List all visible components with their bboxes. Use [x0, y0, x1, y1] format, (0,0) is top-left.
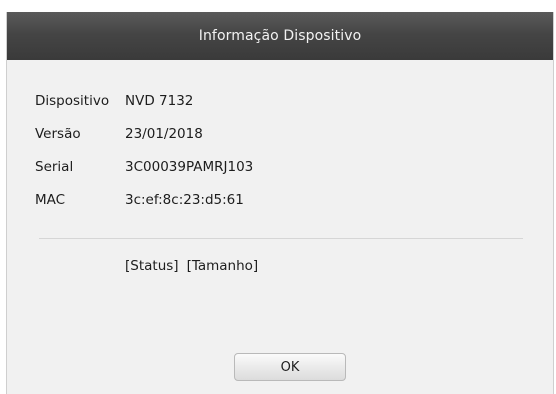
- ok-button[interactable]: OK: [234, 353, 346, 381]
- tamanho-link[interactable]: [Tamanho]: [187, 258, 259, 274]
- field-value-mac: 3c:ef:8c:23:d5:61: [125, 192, 244, 208]
- status-link[interactable]: [Status]: [125, 258, 179, 274]
- field-label-serial: Serial: [35, 159, 74, 175]
- field-row-serial: Serial 3C00039PAMRJ103: [35, 157, 253, 177]
- field-value-serial: 3C00039PAMRJ103: [125, 159, 254, 175]
- field-row-mac: MAC 3c:ef:8c:23:d5:61: [35, 190, 244, 210]
- field-value-versao: 23/01/2018: [125, 126, 203, 142]
- field-label-versao: Versão: [35, 126, 81, 142]
- dialog-title: Informação Dispositivo: [198, 28, 362, 44]
- dialog-titlebar[interactable]: Informação Dispositivo: [7, 12, 553, 60]
- section-divider: [39, 238, 523, 239]
- info-links: [Status] [Tamanho]: [125, 258, 258, 274]
- field-value-dispositivo: NVD 7132: [125, 93, 194, 109]
- field-label-dispositivo: Dispositivo: [35, 93, 110, 109]
- device-info-dialog: Informação Dispositivo Dispositivo NVD 7…: [6, 12, 554, 394]
- field-row-versao: Versão 23/01/2018: [35, 124, 203, 144]
- field-row-dispositivo: Dispositivo NVD 7132: [35, 91, 193, 111]
- field-label-mac: MAC: [35, 192, 66, 208]
